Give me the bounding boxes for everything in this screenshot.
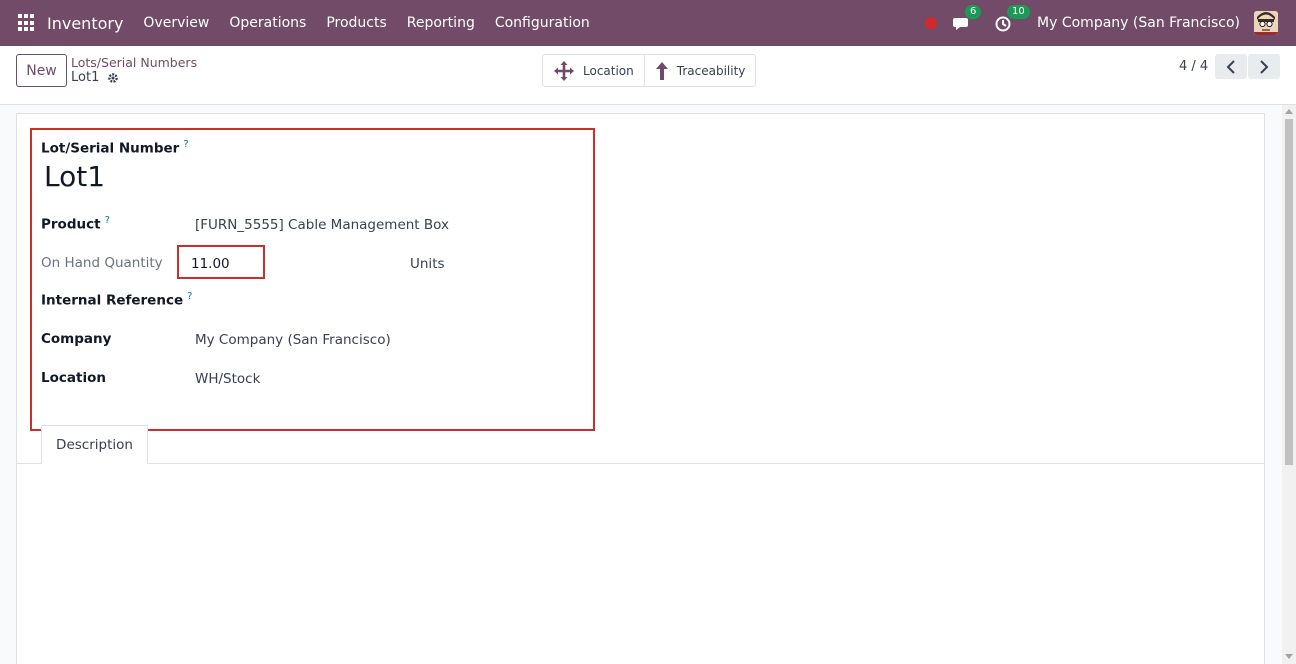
gear-icon[interactable]	[107, 72, 119, 84]
chat-icon[interactable]: 6	[953, 5, 982, 34]
scroll-up-arrow[interactable]	[1285, 109, 1293, 114]
chat-count-badge: 6	[965, 5, 982, 19]
breadcrumb-parent-link[interactable]: Lots/Serial Numbers	[71, 55, 197, 70]
menu-configuration[interactable]: Configuration	[495, 15, 590, 31]
menu-overview[interactable]: Overview	[143, 15, 209, 31]
location-button[interactable]: Location	[543, 55, 644, 86]
company-switcher[interactable]: My Company (San Francisco)	[1037, 15, 1240, 31]
activity-count-badge: 10	[1007, 5, 1030, 19]
menu-operations[interactable]: Operations	[229, 15, 306, 31]
app-name[interactable]: Inventory	[47, 14, 123, 33]
tab-description[interactable]: Description	[41, 425, 148, 464]
move-arrows-icon	[554, 60, 574, 81]
recording-indicator[interactable]	[925, 17, 938, 29]
smart-buttons: Location Traceability	[542, 54, 757, 87]
quantity-highlight-frame	[177, 245, 265, 279]
pager-value[interactable]: 4 / 4	[1179, 59, 1208, 74]
chevron-right-icon	[1260, 59, 1269, 74]
menu-reporting[interactable]: Reporting	[407, 15, 475, 31]
highlight-frame	[30, 128, 595, 431]
breadcrumb: Lot1	[71, 70, 119, 85]
scroll-down-arrow[interactable]	[1285, 654, 1293, 659]
traceability-button[interactable]: Traceability	[643, 55, 756, 86]
menu-products[interactable]: Products	[326, 15, 386, 31]
avatar[interactable]	[1254, 11, 1278, 35]
clock-icon[interactable]: 10	[995, 5, 1030, 34]
pager-previous-button[interactable]	[1215, 54, 1247, 79]
breadcrumb-current: Lot1	[71, 70, 100, 85]
scroll-thumb[interactable]	[1285, 119, 1293, 465]
new-button[interactable]: New	[16, 54, 67, 87]
traceability-button-label: Traceability	[676, 63, 746, 78]
location-button-label: Location	[583, 63, 634, 78]
control-panel: New Lots/Serial Numbers Lot1 Location Tr…	[0, 46, 1296, 105]
chevron-left-icon	[1226, 59, 1235, 74]
tab-divider	[17, 463, 1264, 464]
vertical-scrollbar[interactable]	[1282, 105, 1296, 664]
pager-next-button[interactable]	[1248, 54, 1280, 79]
apps-grid-icon[interactable]	[18, 14, 36, 32]
arrow-up-icon	[655, 61, 668, 80]
top-navbar: Inventory Overview Operations Products R…	[0, 0, 1296, 46]
